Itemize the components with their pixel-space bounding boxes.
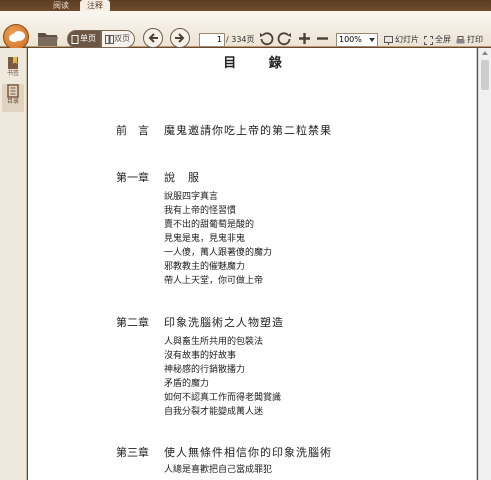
vertical-scrollbar[interactable]	[478, 48, 491, 480]
preface-label: 前 言	[116, 124, 149, 137]
toc-item[interactable]: 邪教教主的催魅魔力	[164, 260, 272, 274]
chapter-title: 說 服	[164, 171, 200, 184]
document-page: 目 錄 前 言 魔鬼邀請你吃上帝的第二粒禁果 第一章 說 服 說服四字真言 我有上帝…	[28, 48, 477, 480]
chapter-heading[interactable]: 第三章 使人無條件相信你的印象洗腦術	[116, 444, 332, 460]
toc-item[interactable]: 賣不出的甜葡萄是酸的	[164, 218, 272, 232]
toc-item[interactable]: 說服四字真言	[164, 190, 272, 204]
scroll-thumb[interactable]	[481, 60, 489, 90]
toc-item[interactable]: 自我分裂才能變成萬人迷	[164, 405, 281, 419]
slideshow-button[interactable]: 幻灯片	[384, 33, 419, 47]
cloud-icon	[9, 31, 25, 42]
bookmark-icon	[8, 57, 18, 69]
zoom-out-icon[interactable]	[316, 32, 329, 45]
fullscreen-label: 全屏	[435, 35, 451, 44]
page-total: / 334页	[226, 35, 255, 44]
chapter-heading[interactable]: 第一章 說 服	[116, 169, 200, 185]
arrow-left-icon	[148, 33, 158, 43]
sidebar-item-label: 目录	[6, 98, 19, 105]
toc-item[interactable]: 矛盾的魔力	[164, 377, 281, 391]
page-number-input[interactable]: 1	[199, 33, 225, 47]
chevron-down-icon	[369, 38, 375, 42]
zoom-value: 100%	[339, 35, 362, 44]
tab-bar: 阅读 注释	[0, 0, 491, 11]
rotate-right-icon[interactable]	[277, 31, 292, 46]
fullscreen-icon	[424, 36, 433, 45]
preface-title: 魔鬼邀請你吃上帝的第二粒禁果	[164, 124, 332, 137]
single-page-button[interactable]: 单页	[67, 30, 101, 48]
double-page-label: 双页	[114, 34, 130, 43]
next-page-button[interactable]	[170, 28, 190, 48]
single-page-icon	[71, 35, 79, 44]
scroll-up-icon[interactable]	[482, 51, 488, 55]
chapter-items: 人總是喜歡把自己當成罪犯	[164, 463, 272, 477]
chapter-label: 第三章	[116, 446, 149, 459]
tab-read[interactable]: 阅读	[46, 0, 76, 11]
toc-item[interactable]: 神秘感的行銷散播力	[164, 363, 281, 377]
printer-icon	[456, 36, 465, 44]
toc-item[interactable]: 人總是喜歡把自己當成罪犯	[164, 463, 272, 477]
tab-annotate[interactable]: 注释	[80, 0, 110, 11]
fullscreen-button[interactable]: 全屏	[424, 33, 451, 47]
app-logo[interactable]	[3, 24, 29, 50]
rotate-left-icon[interactable]	[259, 31, 274, 46]
chapter-items: 說服四字真言 我有上帝的怪習慣 賣不出的甜葡萄是酸的 見鬼是鬼，見鬼非鬼 一人傻…	[164, 190, 272, 288]
toolbar: 单页 双页 1 / 334页 100% 幻灯片 全屏 打印	[0, 11, 491, 50]
sidebar-item-bookmarks[interactable]: 书签	[2, 56, 24, 84]
sidebar-item-toc[interactable]: 目录	[2, 84, 24, 112]
toc-icon	[7, 84, 19, 98]
toc-item[interactable]: 一人傻，萬人跟著傻的魔力	[164, 246, 272, 260]
toc-item[interactable]: 帶人上天堂，你可做上帝	[164, 274, 272, 288]
arrow-right-icon	[175, 33, 185, 43]
print-label: 打印	[467, 35, 483, 44]
double-page-icon	[105, 35, 114, 44]
page-title: 目 錄	[223, 56, 296, 71]
chapter-heading[interactable]: 第二章 印象洗腦術之人物塑造	[116, 314, 284, 330]
single-page-label: 单页	[80, 34, 96, 43]
toc-item[interactable]: 人與畜生所共用的包裝法	[164, 335, 281, 349]
toc-item[interactable]: 沒有故事的好故事	[164, 349, 281, 363]
preface-heading[interactable]: 前 言 魔鬼邀請你吃上帝的第二粒禁果	[116, 122, 332, 138]
prev-page-button[interactable]	[143, 28, 163, 48]
chapter-items: 人與畜生所共用的包裝法 沒有故事的好故事 神秘感的行銷散播力 矛盾的魔力 如何不…	[164, 335, 281, 419]
toc-item[interactable]: 如何不認真工作而得老闆賞識	[164, 391, 281, 405]
chapter-label: 第二章	[116, 316, 149, 329]
slideshow-label: 幻灯片	[395, 35, 419, 44]
chapter-title: 印象洗腦術之人物塑造	[164, 316, 284, 329]
open-folder-icon[interactable]	[37, 30, 59, 47]
sidebar: 书签 目录	[0, 48, 27, 480]
print-button[interactable]: 打印	[456, 33, 483, 47]
sidebar-item-label: 书签	[6, 70, 19, 77]
zoom-in-icon[interactable]	[298, 32, 311, 45]
zoom-select[interactable]: 100%	[336, 33, 378, 47]
chapter-label: 第一章	[116, 171, 149, 184]
toc-item[interactable]: 見鬼是鬼，見鬼非鬼	[164, 232, 272, 246]
toc-item[interactable]: 我有上帝的怪習慣	[164, 204, 272, 218]
chapter-title: 使人無條件相信你的印象洗腦術	[164, 446, 332, 459]
slideshow-icon	[384, 36, 393, 45]
double-page-button[interactable]: 双页	[101, 30, 135, 48]
